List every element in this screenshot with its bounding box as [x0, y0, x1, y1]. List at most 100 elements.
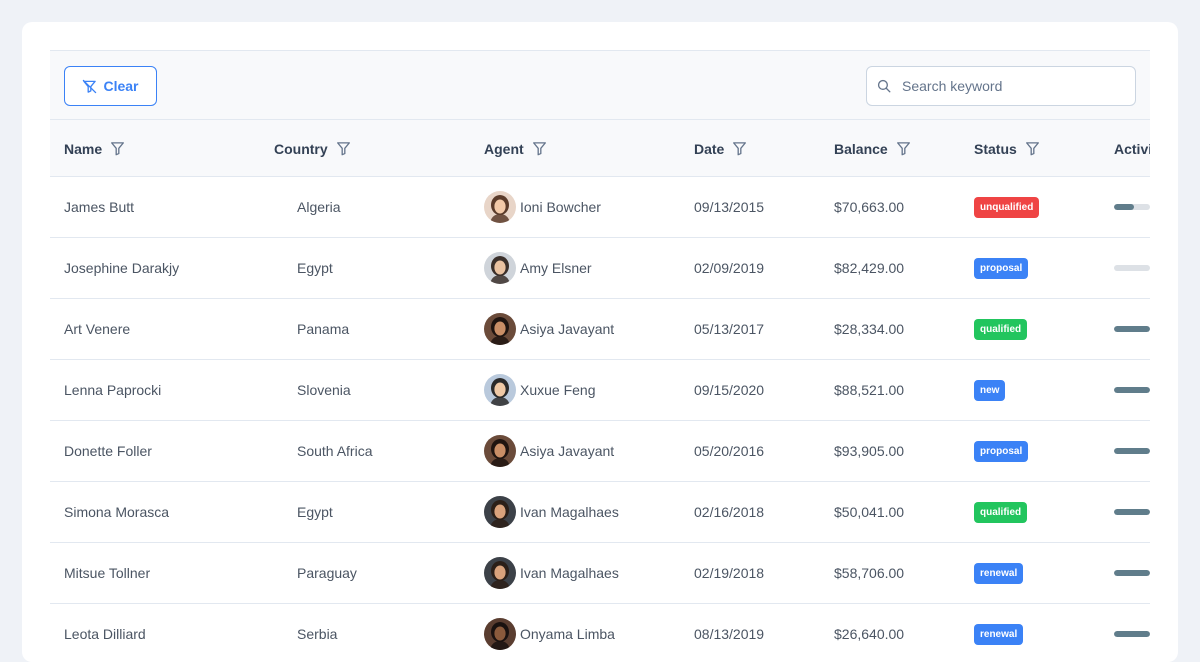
- cell-name: Lenna Paprocki: [64, 382, 162, 398]
- cell-status: proposal: [974, 421, 1029, 481]
- column-header-country[interactable]: Country: [274, 120, 351, 177]
- cell-balance: $28,334.00: [834, 321, 905, 337]
- table-toolbar: Clear: [50, 51, 1150, 120]
- filter-icon[interactable]: [896, 141, 911, 156]
- cell-status: qualified: [974, 482, 1028, 542]
- avatar: [484, 557, 516, 589]
- filter-icon[interactable]: [1025, 141, 1040, 156]
- cell-activity: [1114, 604, 1150, 662]
- cell-status: renewal: [974, 543, 1024, 603]
- cell-activity: [1114, 482, 1150, 542]
- cell-status: unqualified: [974, 177, 1040, 237]
- agent-name: Ivan Magalhaes: [520, 565, 619, 581]
- cell-country: Paraguay: [297, 565, 357, 581]
- search-input[interactable]: [902, 78, 1122, 94]
- cell-balance: $58,706.00: [834, 565, 905, 581]
- activity-progress-bar: [1114, 448, 1150, 454]
- cell-country: Serbia: [297, 626, 338, 642]
- cell-country: Panama: [297, 321, 350, 337]
- avatar: [484, 435, 516, 467]
- filter-slash-icon: [83, 79, 97, 93]
- cell-date: 02/09/2019: [694, 260, 765, 276]
- status-badge: renewal: [974, 562, 1024, 584]
- status-badge: renewal: [974, 623, 1024, 645]
- column-header-date[interactable]: Date: [694, 120, 747, 177]
- table-row[interactable]: Art Venere Panama Asiya Javayant 05/13/2017…: [50, 299, 1150, 360]
- cell-name: Mitsue Tollner: [64, 565, 151, 581]
- cell-name: Leota Dilliard: [64, 626, 146, 642]
- table-row[interactable]: Donette Foller South Africa Asiya Javayant…: [50, 421, 1150, 482]
- avatar: [484, 191, 516, 223]
- table-row[interactable]: Mitsue Tollner Paraguay Ivan Magalhaes 02/1…: [50, 543, 1150, 604]
- cell-country: South Africa: [297, 443, 373, 459]
- column-header-label: Country: [274, 140, 328, 157]
- agent-name: Amy Elsner: [520, 260, 592, 276]
- cell-balance: $93,905.00: [834, 443, 905, 459]
- cell-status: proposal: [974, 238, 1029, 298]
- avatar: [484, 313, 516, 345]
- table-row[interactable]: Leota Dilliard Serbia Onyama Limba 08/13/20…: [50, 604, 1150, 662]
- customers-table: Clear Name Country Agent Date Balance Status A…: [50, 50, 1150, 662]
- agent-name: Onyama Limba: [520, 626, 615, 642]
- avatar: [484, 252, 516, 284]
- cell-agent: Asiya Javayant: [484, 299, 614, 359]
- cell-agent: Amy Elsner: [484, 238, 592, 298]
- avatar: [484, 496, 516, 528]
- cell-agent: Xuxue Feng: [484, 360, 596, 420]
- column-header-label: Status: [974, 140, 1017, 157]
- status-badge: qualified: [974, 318, 1028, 340]
- avatar: [484, 374, 516, 406]
- clear-button-label: Clear: [103, 78, 139, 94]
- cell-activity: [1114, 238, 1150, 298]
- activity-progress-bar: [1114, 570, 1150, 576]
- column-header-activity[interactable]: Activity: [1114, 120, 1150, 177]
- search-icon: [877, 79, 891, 93]
- filter-icon[interactable]: [110, 141, 125, 156]
- activity-progress-bar: [1114, 509, 1150, 515]
- column-header-status[interactable]: Status: [974, 120, 1040, 177]
- cell-activity: [1114, 299, 1150, 359]
- table-row[interactable]: James Butt Algeria Ioni Bowcher 09/13/2015 $…: [50, 177, 1150, 238]
- cell-balance: $82,429.00: [834, 260, 905, 276]
- avatar: [484, 618, 516, 650]
- column-header-label: Balance: [834, 140, 888, 157]
- cell-name: Josephine Darakjy: [64, 260, 180, 276]
- cell-date: 08/13/2019: [694, 626, 765, 642]
- column-header-agent[interactable]: Agent: [484, 120, 547, 177]
- table-row[interactable]: Simona Morasca Egypt Ivan Magalhaes 02/16/2…: [50, 482, 1150, 543]
- cell-date: 05/20/2016: [694, 443, 765, 459]
- cell-activity: [1114, 177, 1150, 237]
- cell-status: new: [974, 360, 1006, 420]
- cell-agent: Ivan Magalhaes: [484, 482, 619, 542]
- table-card: Clear Name Country Agent Date Balance Status A…: [22, 22, 1178, 662]
- activity-progress-bar: [1114, 265, 1150, 271]
- cell-agent: Asiya Javayant: [484, 421, 614, 481]
- cell-balance: $26,640.00: [834, 626, 905, 642]
- cell-country: Egypt: [297, 260, 333, 276]
- agent-name: Ioni Bowcher: [520, 199, 601, 215]
- activity-progress-bar: [1114, 631, 1150, 637]
- column-header-label: Date: [694, 140, 725, 157]
- agent-name: Asiya Javayant: [520, 321, 615, 337]
- column-header-balance[interactable]: Balance: [834, 120, 911, 177]
- cell-date: 09/13/2015: [694, 199, 765, 215]
- filter-icon[interactable]: [532, 141, 547, 156]
- cell-activity: [1114, 360, 1150, 420]
- search-box[interactable]: [866, 66, 1136, 106]
- agent-name: Ivan Magalhaes: [520, 504, 619, 520]
- column-header-name[interactable]: Name: [64, 120, 125, 177]
- cell-country: Slovenia: [297, 382, 351, 398]
- cell-agent: Ivan Magalhaes: [484, 543, 619, 603]
- status-badge: proposal: [974, 440, 1029, 462]
- cell-date: 02/16/2018: [694, 504, 765, 520]
- table-row[interactable]: Lenna Paprocki Slovenia Xuxue Feng 09/15/20…: [50, 360, 1150, 421]
- status-badge: new: [974, 379, 1006, 401]
- filter-icon[interactable]: [732, 141, 747, 156]
- clear-filters-button[interactable]: Clear: [64, 66, 157, 106]
- agent-name: Xuxue Feng: [520, 382, 596, 398]
- filter-icon[interactable]: [336, 141, 351, 156]
- agent-name: Asiya Javayant: [520, 443, 615, 459]
- cell-name: Art Venere: [64, 321, 131, 337]
- cell-balance: $70,663.00: [834, 199, 905, 215]
- table-row[interactable]: Josephine Darakjy Egypt Amy Elsner 02/09/20…: [50, 238, 1150, 299]
